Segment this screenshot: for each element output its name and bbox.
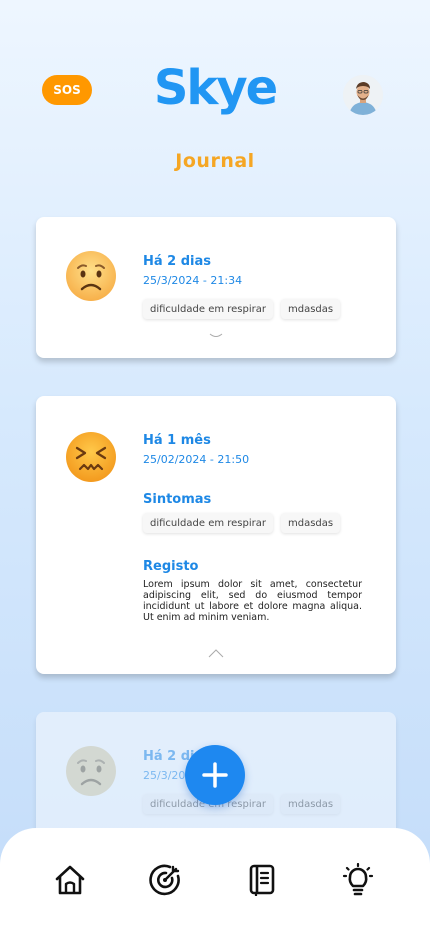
symptom-tag: dificuldade em respirar: [143, 299, 273, 319]
page-title: Journal: [175, 150, 255, 172]
chevron-down-icon[interactable]: [206, 331, 226, 341]
entry-datetime: 25/3/2024 - 21:34: [143, 274, 243, 287]
journal-icon: [249, 864, 275, 896]
user-avatar-icon: [343, 75, 383, 115]
journal-entry-card[interactable]: Há 1 mês 25/02/2024 - 21:50 Sintomas dif…: [36, 396, 396, 674]
avatar[interactable]: [343, 75, 383, 115]
nav-home[interactable]: [52, 862, 88, 898]
symptom-tag: dificuldade em respirar: [143, 513, 273, 533]
lightbulb-icon: [342, 863, 374, 896]
add-entry-button[interactable]: [185, 745, 245, 805]
worried-face-icon: [66, 746, 116, 796]
chevron-up-icon[interactable]: [206, 648, 226, 658]
entry-relative-time: Há 1 mês: [143, 433, 211, 448]
nav-journal[interactable]: [244, 862, 280, 898]
confounded-face-icon: [66, 432, 116, 482]
symptoms-heading: Sintomas: [143, 492, 212, 507]
symptom-tag: mdasdas: [281, 299, 341, 319]
plus-icon: [202, 762, 228, 788]
record-heading: Registo: [143, 559, 199, 574]
home-icon: [55, 865, 85, 895]
entry-relative-time: Há 2 dias: [143, 254, 212, 269]
symptom-tag: mdasdas: [281, 513, 341, 533]
worried-face-icon: [66, 251, 116, 301]
entry-datetime: 25/02/2024 - 21:50: [143, 453, 250, 466]
symptom-tag: mdasdas: [281, 794, 341, 814]
bottom-nav: [0, 828, 430, 932]
nav-tips[interactable]: [340, 862, 376, 898]
target-icon: [149, 864, 180, 896]
record-text: Lorem ipsum dolor sit amet, consectetur …: [143, 579, 362, 623]
nav-goals[interactable]: [148, 862, 184, 898]
journal-entry-card[interactable]: Há 2 dias 25/3/2024 - 21:34 dificuldade …: [36, 217, 396, 358]
